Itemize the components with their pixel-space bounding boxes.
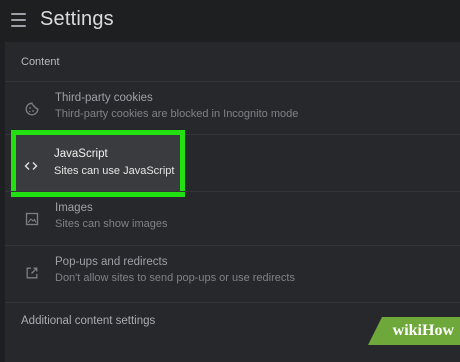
settings-row-javascript[interactable]: JavaScript Sites can use JavaScript [5, 135, 460, 191]
hamburger-menu-icon[interactable] [11, 13, 26, 27]
image-icon [25, 212, 39, 226]
row-description: Third-party cookies are blocked in Incog… [55, 108, 299, 120]
page-title: Settings [40, 8, 114, 30]
code-icon [24, 159, 38, 173]
row-title: Pop-ups and redirects [55, 256, 168, 268]
divider [5, 302, 460, 303]
row-description: Sites can show images [55, 218, 168, 230]
row-title: JavaScript [54, 148, 108, 160]
external-link-icon [25, 266, 39, 280]
top-bar: Settings [0, 0, 460, 42]
row-description: Sites can use JavaScript [54, 165, 175, 177]
cookie-icon [25, 102, 39, 116]
row-title: Third-party cookies [55, 92, 153, 104]
row-description: Don't allow sites to send pop-ups or use… [55, 272, 295, 284]
watermark-text: wikiHow [392, 322, 454, 339]
wikihow-watermark: wikiHow [368, 317, 460, 345]
section-header-content: Content [21, 56, 60, 68]
row-title: Images [55, 202, 93, 214]
settings-panel: Content Third-party cookies Third-party … [5, 42, 460, 362]
additional-content-settings-link[interactable]: Additional content settings [21, 315, 155, 327]
settings-row-images[interactable]: Images Sites can show images [5, 192, 460, 248]
settings-row-popups-redirects[interactable]: Pop-ups and redirects Don't allow sites … [5, 246, 460, 302]
